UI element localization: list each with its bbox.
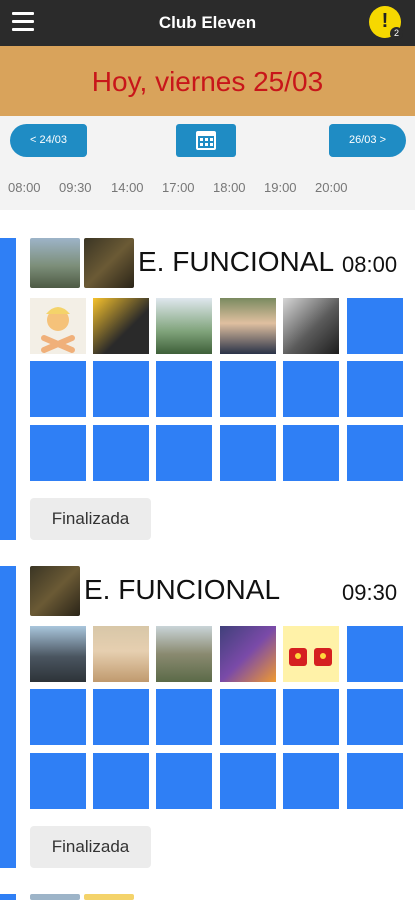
alert-icon[interactable]: ! 2 [369,6,403,40]
empty-slot[interactable] [347,361,403,417]
participant-avatar[interactable] [220,298,276,354]
participant-avatar[interactable] [220,626,276,682]
empty-slot[interactable] [93,689,149,745]
participant-avatar[interactable] [283,298,339,354]
empty-slot[interactable] [30,689,86,745]
empty-slot[interactable] [30,425,86,481]
participant-avatar[interactable] [93,626,149,682]
instructor-avatar [84,238,134,288]
date-title: Hoy, viernes 25/03 [91,66,324,97]
class-accent-bar [0,566,16,868]
class-card: E. FUNCIONAL 08:00 Finalizada [0,238,415,540]
participant-avatar[interactable] [30,298,86,354]
time-filter-row: 08:00 09:30 14:00 17:00 18:00 19:00 20:0… [0,166,415,210]
previous-day-button[interactable]: < 24/03 [10,124,87,157]
empty-slot[interactable] [156,425,212,481]
time-option[interactable]: 19:00 [264,180,297,195]
class-time: 09:30 [342,580,398,605]
alert-count-badge: 2 [390,27,403,40]
empty-slot[interactable] [220,361,276,417]
calendar-icon [196,131,216,150]
empty-slot[interactable] [347,753,403,809]
time-option[interactable]: 20:00 [315,180,348,195]
empty-slot[interactable] [220,425,276,481]
participant-avatar[interactable] [156,626,212,682]
time-option[interactable]: 14:00 [111,180,144,195]
time-option[interactable]: 17:00 [162,180,195,195]
empty-slot[interactable] [283,361,339,417]
class-accent-bar [0,894,16,900]
app-title: Club Eleven [158,13,257,32]
class-card: E. FUNCIONAL 09:30 Finalizada [0,566,415,868]
instructor-avatar [84,894,134,900]
instructor-avatar [30,566,80,616]
empty-slot[interactable] [156,753,212,809]
empty-slot[interactable] [30,361,86,417]
time-option[interactable]: 18:00 [213,180,246,195]
participant-avatar[interactable] [93,298,149,354]
empty-slot[interactable] [283,689,339,745]
empty-slot[interactable] [93,361,149,417]
instructor-avatar [30,894,80,900]
class-title: E. FUNCIONAL [138,246,335,277]
class-title: E. FUNCIONAL [84,574,281,605]
empty-slot[interactable] [93,753,149,809]
top-bar: Club Eleven ! 2 [0,0,415,46]
next-day-button[interactable]: 26/03 > [329,124,406,157]
participant-avatar[interactable] [156,298,212,354]
class-accent-bar [0,238,16,540]
empty-slot[interactable] [283,425,339,481]
date-banner: Hoy, viernes 25/03 [0,46,415,116]
participant-avatar[interactable] [30,626,86,682]
empty-slot[interactable] [156,361,212,417]
time-option[interactable]: 09:30 [59,180,92,195]
person-gesture-emoji-icon [41,307,75,353]
empty-slot[interactable] [220,689,276,745]
empty-slot[interactable] [30,753,86,809]
status-button[interactable]: Finalizada [30,826,151,868]
participant-avatar[interactable] [283,626,339,682]
empty-slot[interactable] [347,298,403,354]
class-card [0,894,415,900]
empty-slot[interactable] [347,425,403,481]
empty-slot[interactable] [347,689,403,745]
coffee-cups-icon [289,648,332,666]
instructor-avatar [30,238,80,288]
class-time: 08:00 [342,252,398,277]
empty-slot[interactable] [283,753,339,809]
empty-slot[interactable] [220,753,276,809]
calendar-button[interactable] [176,124,236,157]
status-button[interactable]: Finalizada [30,498,151,540]
date-navigation: < 24/03 26/03 > [0,116,415,166]
empty-slot[interactable] [156,689,212,745]
empty-slot[interactable] [347,626,403,682]
time-option[interactable]: 08:00 [8,180,41,195]
empty-slot[interactable] [93,425,149,481]
